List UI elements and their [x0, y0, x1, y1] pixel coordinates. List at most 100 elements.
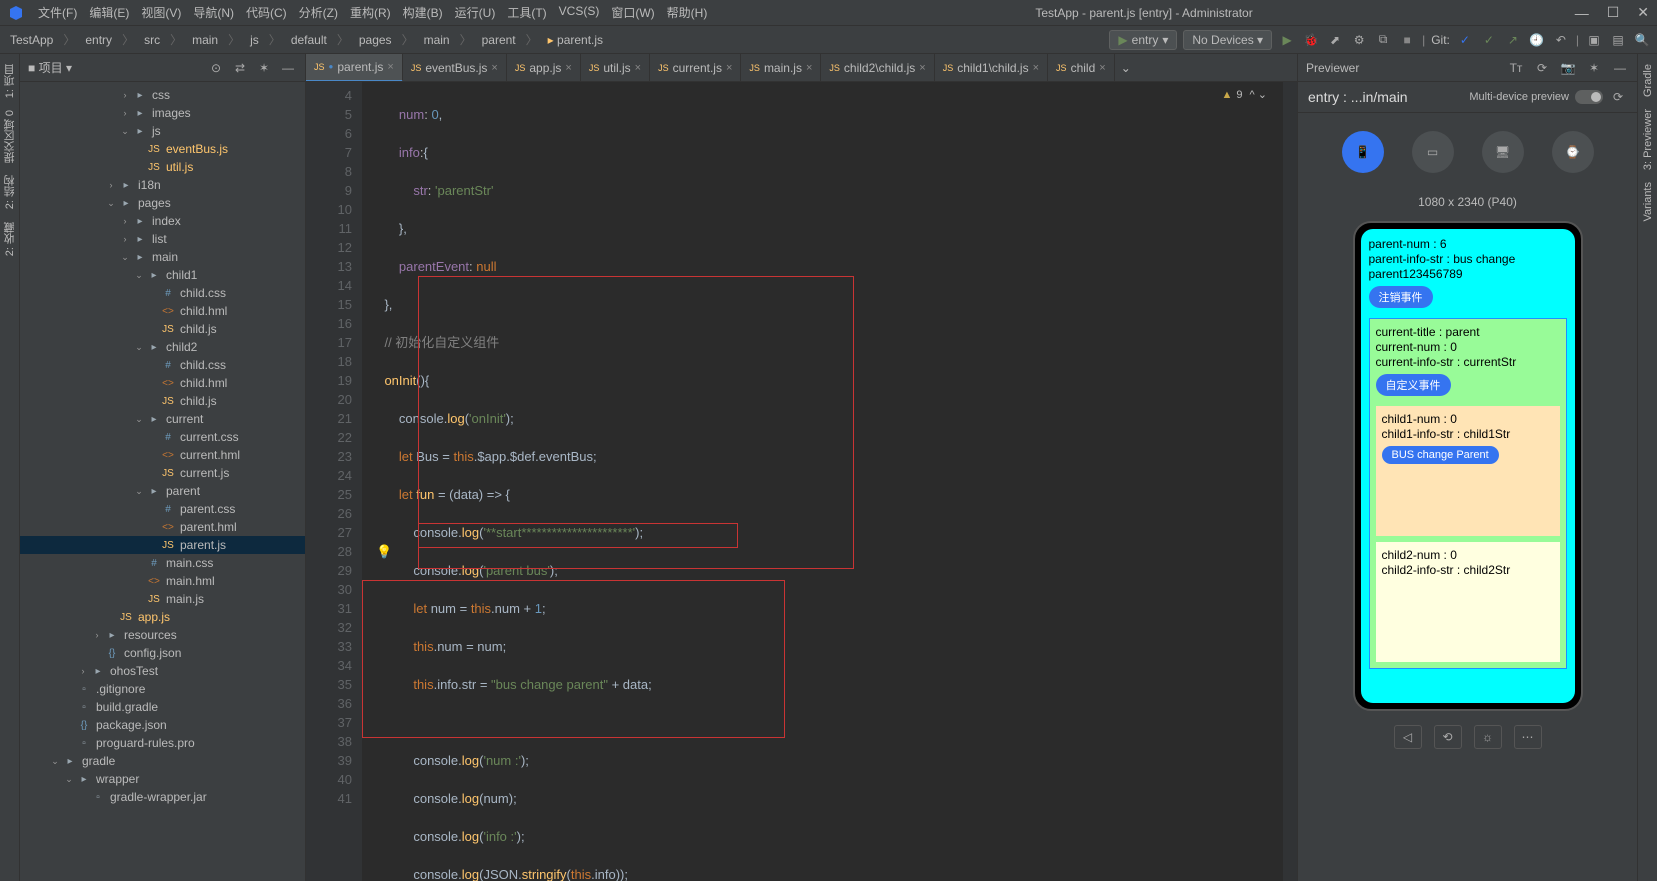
menu-文件(F)[interactable]: 文件(F) [32, 4, 83, 21]
tree-item-ohosTest[interactable]: ›▸ohosTest [20, 662, 305, 680]
menu-运行(U)[interactable]: 运行(U) [449, 4, 502, 21]
menu-VCS(S)[interactable]: VCS(S) [553, 4, 606, 21]
tab-close-icon[interactable]: × [1099, 62, 1105, 74]
tool2-icon[interactable]: ▤ [1609, 31, 1627, 49]
tree-arrow-icon[interactable]: ⌄ [48, 756, 62, 767]
preview-refresh-icon[interactable]: ⟳ [1609, 88, 1627, 106]
crumb-js[interactable]: js [246, 33, 263, 47]
minimize-panel-icon[interactable]: — [1611, 59, 1629, 77]
tree-item-parent.css[interactable]: #parent.css [20, 500, 305, 518]
tab-close-icon[interactable]: × [919, 62, 925, 74]
menu-工具(T)[interactable]: 工具(T) [501, 4, 552, 21]
crumb-parent.js[interactable]: ▸ parent.js [544, 33, 607, 47]
tree-item-list[interactable]: ›▸list [20, 230, 305, 248]
crumb-main[interactable]: main [188, 33, 222, 47]
editor-tab-child1\child.js[interactable]: JSchild1\child.js× [935, 54, 1048, 82]
tree-arrow-icon[interactable]: ⌄ [104, 198, 118, 209]
run-icon[interactable]: ▶ [1278, 31, 1296, 49]
tree-item-child.js[interactable]: JSchild.js [20, 392, 305, 410]
search-icon[interactable]: 🔍 [1633, 31, 1651, 49]
collapse-icon[interactable]: ⊙ [207, 59, 225, 77]
editor-tab-child[interactable]: JSchild× [1048, 54, 1115, 82]
tree-item-child.hml[interactable]: <>child.hml [20, 374, 305, 392]
crumb-default[interactable]: default [287, 33, 331, 47]
tab-close-icon[interactable]: × [565, 62, 571, 74]
tree-arrow-icon[interactable]: › [104, 180, 118, 190]
menu-窗口(W)[interactable]: 窗口(W) [605, 4, 660, 21]
project-view-label[interactable]: ■ 项目 ▾ [28, 59, 72, 76]
git-rollback-icon[interactable]: ↶ [1552, 31, 1570, 49]
crumb-entry[interactable]: entry [81, 33, 116, 47]
tool1-icon[interactable]: ▣ [1585, 31, 1603, 49]
crumb-TestApp[interactable]: TestApp [6, 33, 57, 47]
side-tab-1: 项目[interactable]: 1: 项目 [0, 58, 20, 104]
tree-arrow-icon[interactable]: ⌄ [118, 126, 132, 137]
tree-item-proguard-rules.pro[interactable]: ▫proguard-rules.pro [20, 734, 305, 752]
side-tab-2: 收藏[interactable]: 2: 收藏 [0, 216, 20, 262]
editor-tab-app.js[interactable]: JSapp.js× [507, 54, 581, 82]
stop-icon[interactable]: ■ [1398, 31, 1416, 49]
unregister-event-button[interactable]: 注销事件 [1369, 286, 1433, 308]
crumb-pages[interactable]: pages [355, 33, 396, 47]
bus-change-parent-button[interactable]: BUS change Parent [1382, 446, 1499, 464]
close-icon[interactable]: ✕ [1637, 4, 1649, 21]
device-tablet-button[interactable]: ▭ [1412, 131, 1454, 173]
editor-tab-main.js[interactable]: JSmain.js× [741, 54, 821, 82]
tree-item-i18n[interactable]: ›▸i18n [20, 176, 305, 194]
git-history-icon[interactable]: 🕘 [1528, 31, 1546, 49]
tab-close-icon[interactable]: × [726, 62, 732, 74]
tree-item-current.js[interactable]: JScurrent.js [20, 464, 305, 482]
tree-item-main.hml[interactable]: <>main.hml [20, 572, 305, 590]
tree-item-current.css[interactable]: #current.css [20, 428, 305, 446]
tree-item-eventBus.js[interactable]: JSeventBus.js [20, 140, 305, 158]
tree-item-pages[interactable]: ⌄▸pages [20, 194, 305, 212]
editor-tab-current.js[interactable]: JScurrent.js× [650, 54, 741, 82]
maximize-icon[interactable]: ☐ [1607, 4, 1620, 21]
menu-编辑(E)[interactable]: 编辑(E) [83, 4, 135, 21]
tree-arrow-icon[interactable]: ⌄ [132, 486, 146, 497]
editor-tab-parent.js[interactable]: JS●parent.js× [306, 54, 403, 82]
tab-close-icon[interactable]: × [806, 62, 812, 74]
tree-item-child.css[interactable]: #child.css [20, 284, 305, 302]
tab-close-icon[interactable]: × [1033, 62, 1039, 74]
phone-screen[interactable]: parent-num : 6 parent-info-str : bus cha… [1361, 229, 1575, 703]
tree-item-js[interactable]: ⌄▸js [20, 122, 305, 140]
font-icon[interactable]: Tᴛ [1507, 59, 1525, 77]
tree-item-child.css[interactable]: #child.css [20, 356, 305, 374]
attach-icon[interactable]: ⧉ [1374, 31, 1392, 49]
tree-item-css[interactable]: ›▸css [20, 86, 305, 104]
tree-item-config.json[interactable]: {}config.json [20, 644, 305, 662]
tree-item-images[interactable]: ›▸images [20, 104, 305, 122]
tree-item-package.json[interactable]: {}package.json [20, 716, 305, 734]
tabs-overflow-icon[interactable]: ⌄ [1115, 61, 1137, 75]
intention-bulb-icon[interactable]: 💡 [376, 542, 392, 561]
tree-item-child2[interactable]: ⌄▸child2 [20, 338, 305, 356]
side-tab-提交区域 0[interactable]: 提交区域 0 [0, 104, 20, 169]
menu-重构(R)[interactable]: 重构(R) [344, 4, 397, 21]
tab-close-icon[interactable]: × [491, 62, 497, 74]
tree-item-current.hml[interactable]: <>current.hml [20, 446, 305, 464]
menu-视图(V)[interactable]: 视图(V) [135, 4, 187, 21]
refresh-icon[interactable]: ⟳ [1533, 59, 1551, 77]
tree-item-gradle[interactable]: ⌄▸gradle [20, 752, 305, 770]
tree-arrow-icon[interactable]: › [118, 234, 132, 244]
tree-arrow-icon[interactable]: › [76, 666, 90, 676]
hide-icon[interactable]: — [279, 59, 297, 77]
tree-item-resources[interactable]: ›▸resources [20, 626, 305, 644]
side-tab-2: 结构[interactable]: 2: 结构 [0, 169, 20, 215]
tree-arrow-icon[interactable]: ⌄ [132, 342, 146, 353]
tree-arrow-icon[interactable]: ⌄ [132, 270, 146, 281]
tree-item-child.js[interactable]: JSchild.js [20, 320, 305, 338]
editor-body[interactable]: 4567891011121314151617181920212223242526… [306, 82, 1297, 881]
settings-icon[interactable]: ✶ [255, 59, 273, 77]
multi-device-toggle[interactable] [1575, 90, 1603, 104]
tree-item-parent.js[interactable]: JSparent.js [20, 536, 305, 554]
tree-arrow-icon[interactable]: ⌄ [118, 252, 132, 263]
tree-item-main[interactable]: ⌄▸main [20, 248, 305, 266]
back-button[interactable]: ◁ [1394, 725, 1422, 749]
tree-arrow-icon[interactable]: › [90, 630, 104, 640]
tree-item-parent.hml[interactable]: <>parent.hml [20, 518, 305, 536]
error-stripe[interactable] [1283, 82, 1297, 881]
device-combo[interactable]: No Devices ▾ [1183, 30, 1272, 50]
code-editor[interactable]: num: 0, info:{ str: 'parentStr' }, paren… [362, 82, 1283, 881]
